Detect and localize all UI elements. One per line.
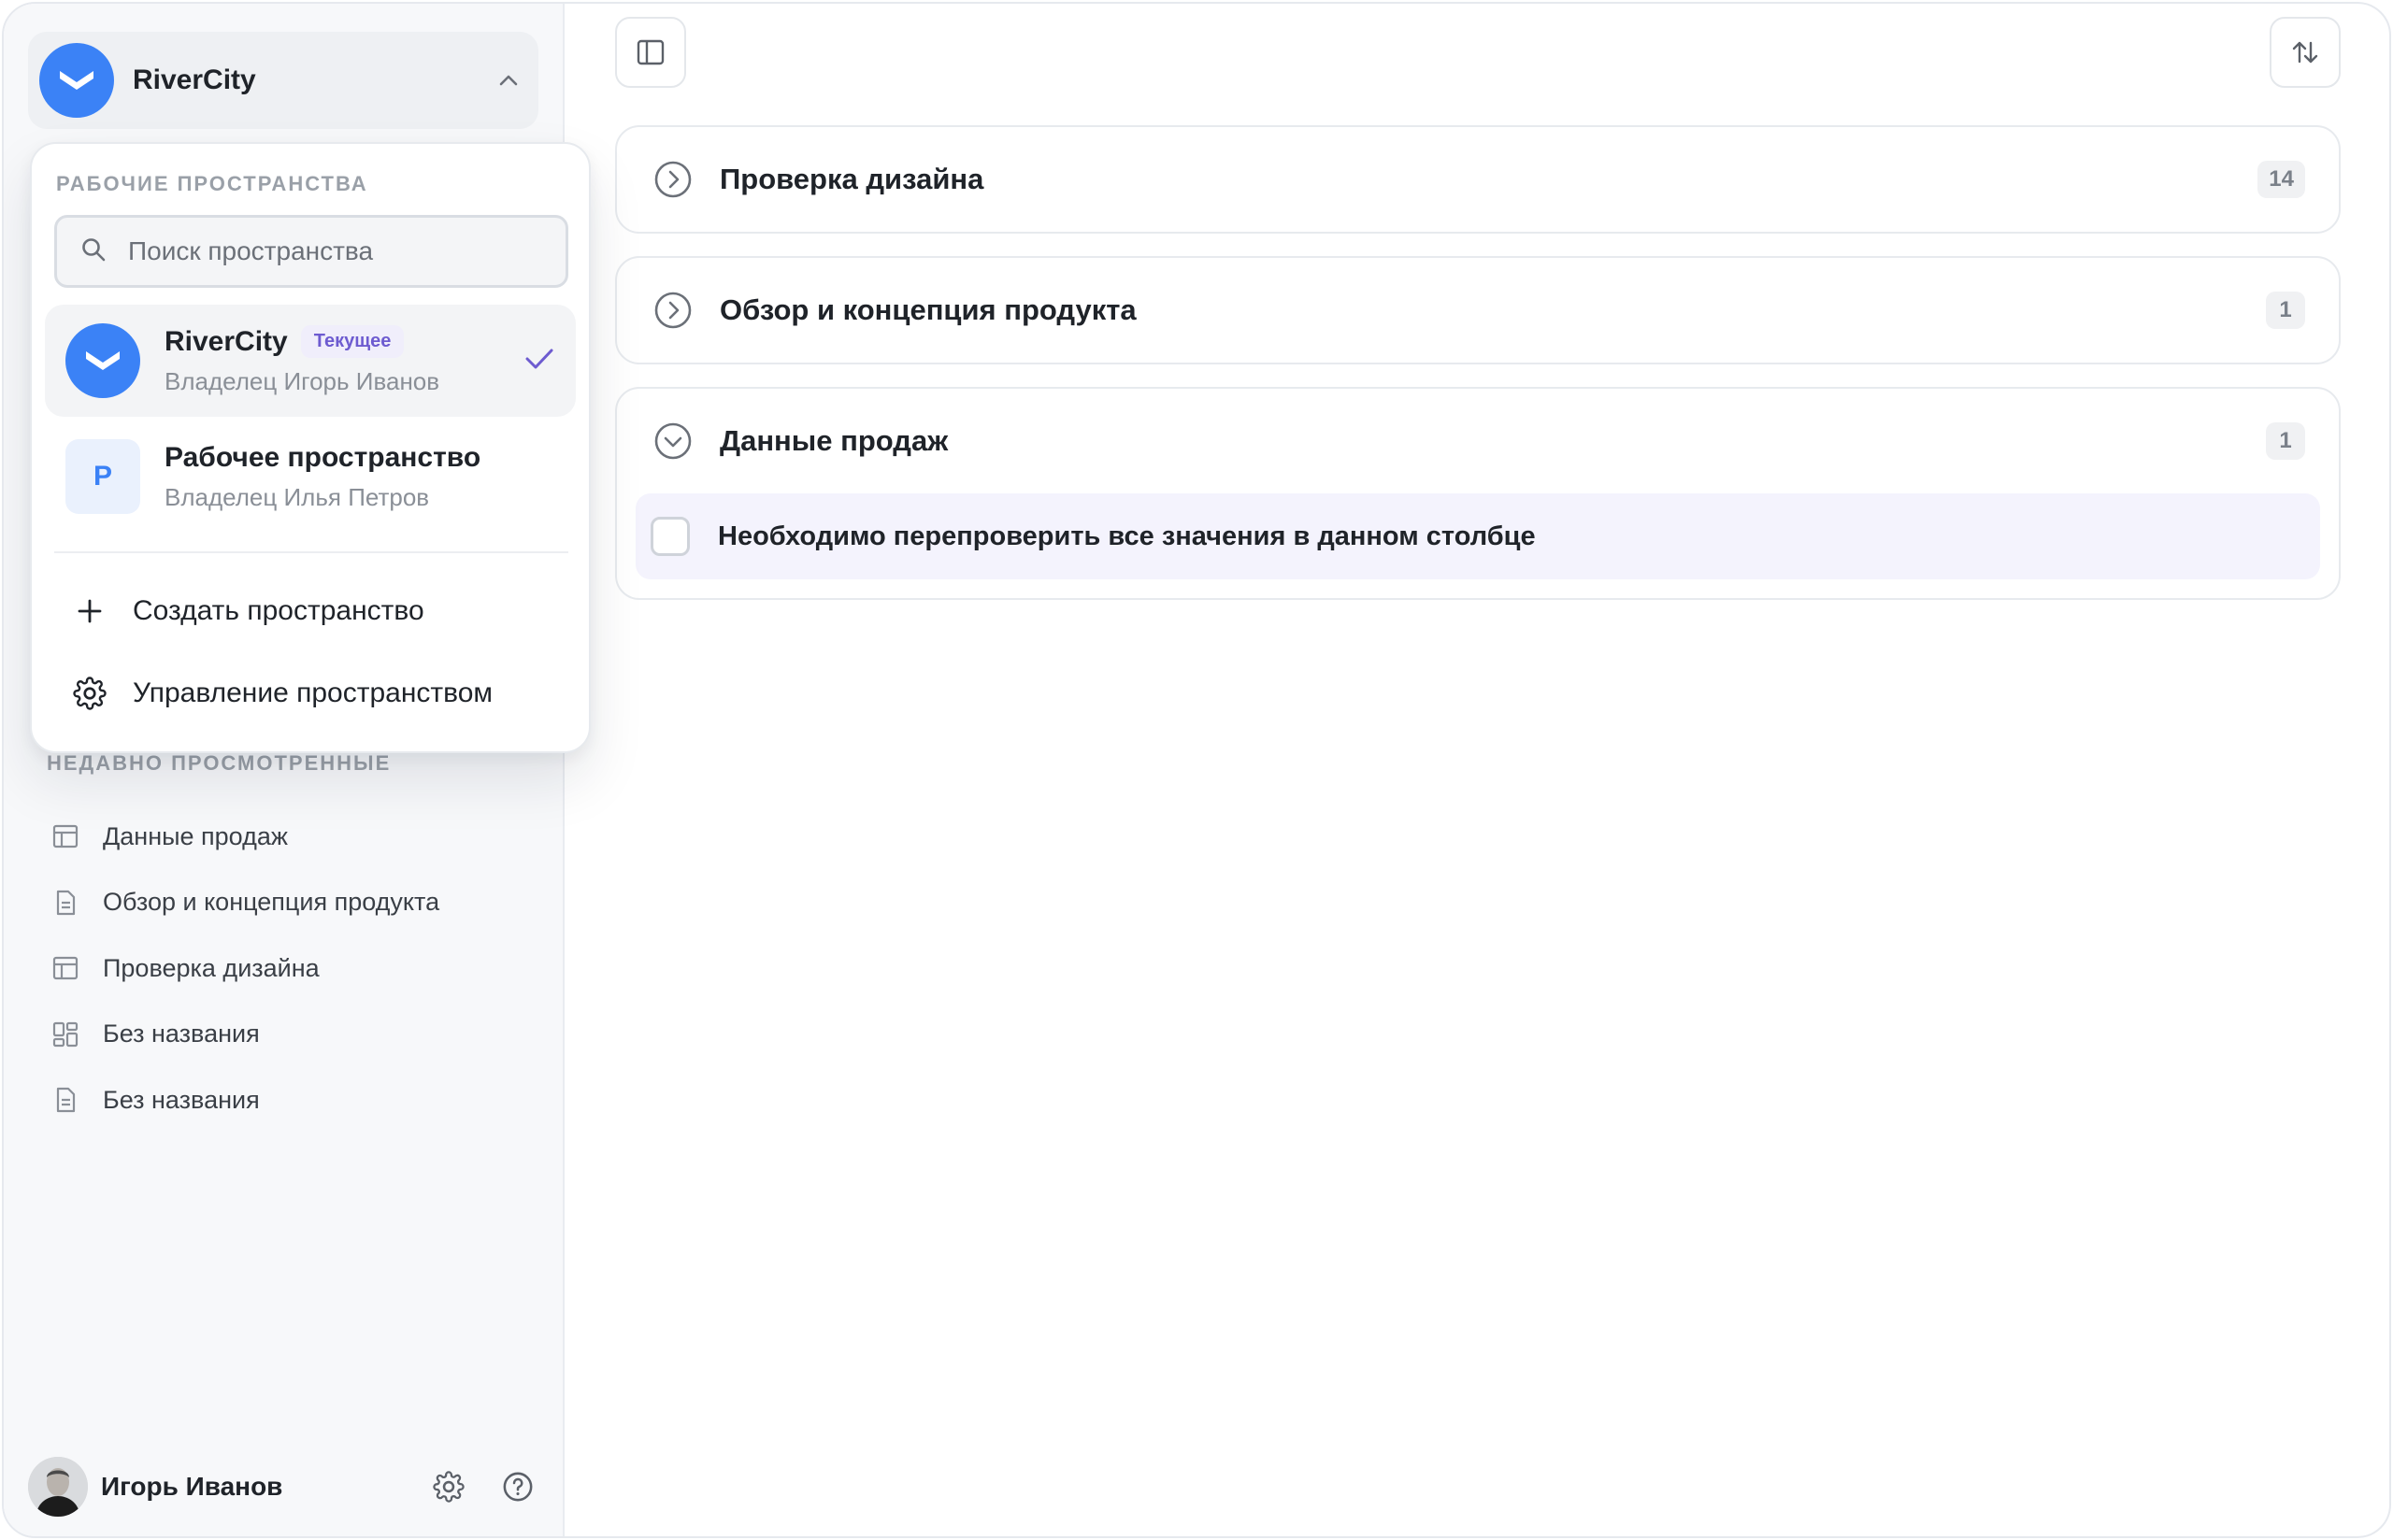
- rivercity-logo-icon: [65, 323, 140, 398]
- recent-section-title: НЕДАВНО ПРОСМОТРЕННЫЕ: [47, 751, 392, 775]
- recent-list: Данные продаж Обзор и концепция продукта…: [47, 804, 533, 1134]
- sidebar-toggle-icon: [637, 39, 665, 65]
- count-badge: 14: [2257, 161, 2305, 198]
- task-text: Необходимо перепроверить все значения в …: [718, 520, 1536, 551]
- group-sales-data: Данные продаж 1 Необходимо перепроверить…: [615, 387, 2341, 600]
- recent-item-label: Обзор и концепция продукта: [103, 888, 440, 917]
- divider: [54, 551, 568, 553]
- document-icon: [47, 1081, 84, 1119]
- workspace-switcher[interactable]: RiverCity: [28, 32, 538, 129]
- recent-item-label: Без названия: [103, 1085, 260, 1114]
- recent-item-untitled-document[interactable]: Без названия: [47, 1067, 533, 1134]
- recent-item-label: Проверка дизайна: [103, 953, 320, 982]
- workspace-item-owner: Владелец Илья Петров: [165, 482, 430, 511]
- group-title: Обзор и концепция продукта: [720, 293, 1137, 326]
- workspace-item-rivercity[interactable]: RiverCity Текущее Владелец Игорь Иванов: [45, 305, 576, 417]
- workspace-item-name: Рабочее пространство: [165, 441, 481, 473]
- settings-button[interactable]: [426, 1464, 471, 1509]
- help-icon: [503, 1472, 533, 1502]
- avatar[interactable]: [28, 1457, 88, 1517]
- chevron-right-circle-icon: [652, 159, 694, 200]
- main-content: Проверка дизайна 14 Обзор и концепция пр…: [565, 4, 2389, 1536]
- recent-item-untitled-dashboard[interactable]: Без названия: [47, 1002, 533, 1068]
- manage-workspace-label: Управление пространством: [133, 677, 494, 708]
- search-icon: [79, 235, 107, 268]
- group-design-review: Проверка дизайна 14: [615, 125, 2341, 234]
- group-title: Проверка дизайна: [720, 163, 984, 195]
- recent-item-sales-data[interactable]: Данные продаж: [47, 804, 533, 870]
- group-title: Данные продаж: [720, 424, 949, 457]
- sort-button[interactable]: [2270, 17, 2341, 88]
- workspace-dropdown: РАБОЧИЕ ПРОСТРАНСТВА RiverCity Текущее В…: [30, 142, 591, 753]
- task-checkbox[interactable]: [651, 517, 690, 556]
- app-window: RiverCity НЕДАВНО ПРОСМОТРЕННЫЕ Данные п…: [2, 2, 2391, 1538]
- user-name: Игорь Иванов: [101, 1472, 283, 1501]
- create-workspace-label: Создать пространство: [133, 595, 424, 626]
- recent-item-product-overview[interactable]: Обзор и концепция продукта: [47, 870, 533, 936]
- table-icon: [47, 818, 84, 855]
- dashboard-icon: [47, 1016, 84, 1053]
- gear-icon: [433, 1471, 465, 1503]
- workspace-item-name: RiverCity: [165, 325, 288, 357]
- sort-arrows-icon: [2292, 41, 2318, 64]
- create-workspace-button[interactable]: Создать пространство: [54, 578, 568, 644]
- workspace-search-input[interactable]: [128, 236, 543, 266]
- help-button[interactable]: [495, 1464, 540, 1509]
- task-row[interactable]: Необходимо перепроверить все значения в …: [636, 493, 2320, 579]
- gear-icon: [71, 675, 108, 712]
- recent-item-design-review[interactable]: Проверка дизайна: [47, 935, 533, 1002]
- chevron-up-icon: [494, 65, 523, 95]
- current-badge: Текущее: [300, 325, 405, 358]
- workspace-item-workspace[interactable]: Р Рабочее пространство Владелец Илья Пет…: [45, 421, 576, 533]
- recent-item-label: Без названия: [103, 1020, 260, 1048]
- document-icon: [47, 884, 84, 921]
- table-icon: [47, 949, 84, 987]
- plus-icon: [71, 592, 108, 630]
- checkmark-icon: [523, 347, 555, 376]
- dropdown-section-title: РАБОЧИЕ ПРОСТРАНСТВА: [56, 172, 368, 195]
- recent-item-label: Данные продаж: [103, 821, 288, 850]
- workspace-item-owner: Владелец Игорь Иванов: [165, 367, 440, 395]
- user-row: Игорь Иванов: [28, 1454, 540, 1519]
- workspace-search: [54, 215, 568, 288]
- letter-avatar: Р: [65, 439, 140, 514]
- group-header[interactable]: Данные продаж 1: [617, 389, 2339, 493]
- workspace-switcher-name: RiverCity: [133, 64, 256, 95]
- chevron-down-circle-icon: [652, 421, 694, 462]
- rivercity-logo-icon: [39, 43, 114, 118]
- group-header[interactable]: Проверка дизайна 14: [617, 127, 2339, 232]
- group-header[interactable]: Обзор и концепция продукта 1: [617, 258, 2339, 363]
- manage-workspace-button[interactable]: Управление пространством: [54, 661, 568, 726]
- chevron-right-circle-icon: [652, 290, 694, 331]
- count-badge: 1: [2266, 422, 2305, 460]
- group-product-overview: Обзор и концепция продукта 1: [615, 256, 2341, 364]
- count-badge: 1: [2266, 292, 2305, 329]
- toggle-sidebar-button[interactable]: [615, 17, 686, 88]
